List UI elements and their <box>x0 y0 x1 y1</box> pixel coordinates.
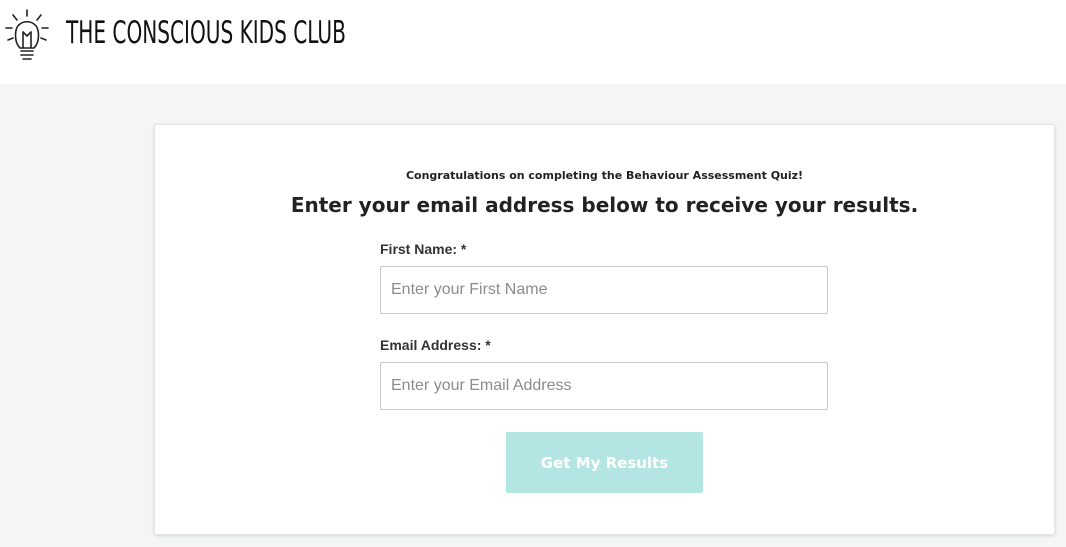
lightbulb-icon[interactable] <box>4 8 50 64</box>
site-header: THE CONSCIOUS KIDS CLUB <box>0 0 1066 84</box>
first-name-label: First Name: * <box>380 241 467 257</box>
first-name-input[interactable] <box>380 266 828 314</box>
form-headline: Enter your email address below to receiv… <box>290 193 919 217</box>
signup-card: Congratulations on completing the Behavi… <box>154 124 1055 535</box>
congrats-text: Congratulations on completing the Behavi… <box>405 169 804 182</box>
email-label: Email Address: * <box>380 337 491 353</box>
brand-name[interactable]: THE CONSCIOUS KIDS CLUB <box>66 15 346 51</box>
email-input[interactable] <box>380 362 828 410</box>
get-results-button[interactable]: Get My Results <box>506 432 703 493</box>
